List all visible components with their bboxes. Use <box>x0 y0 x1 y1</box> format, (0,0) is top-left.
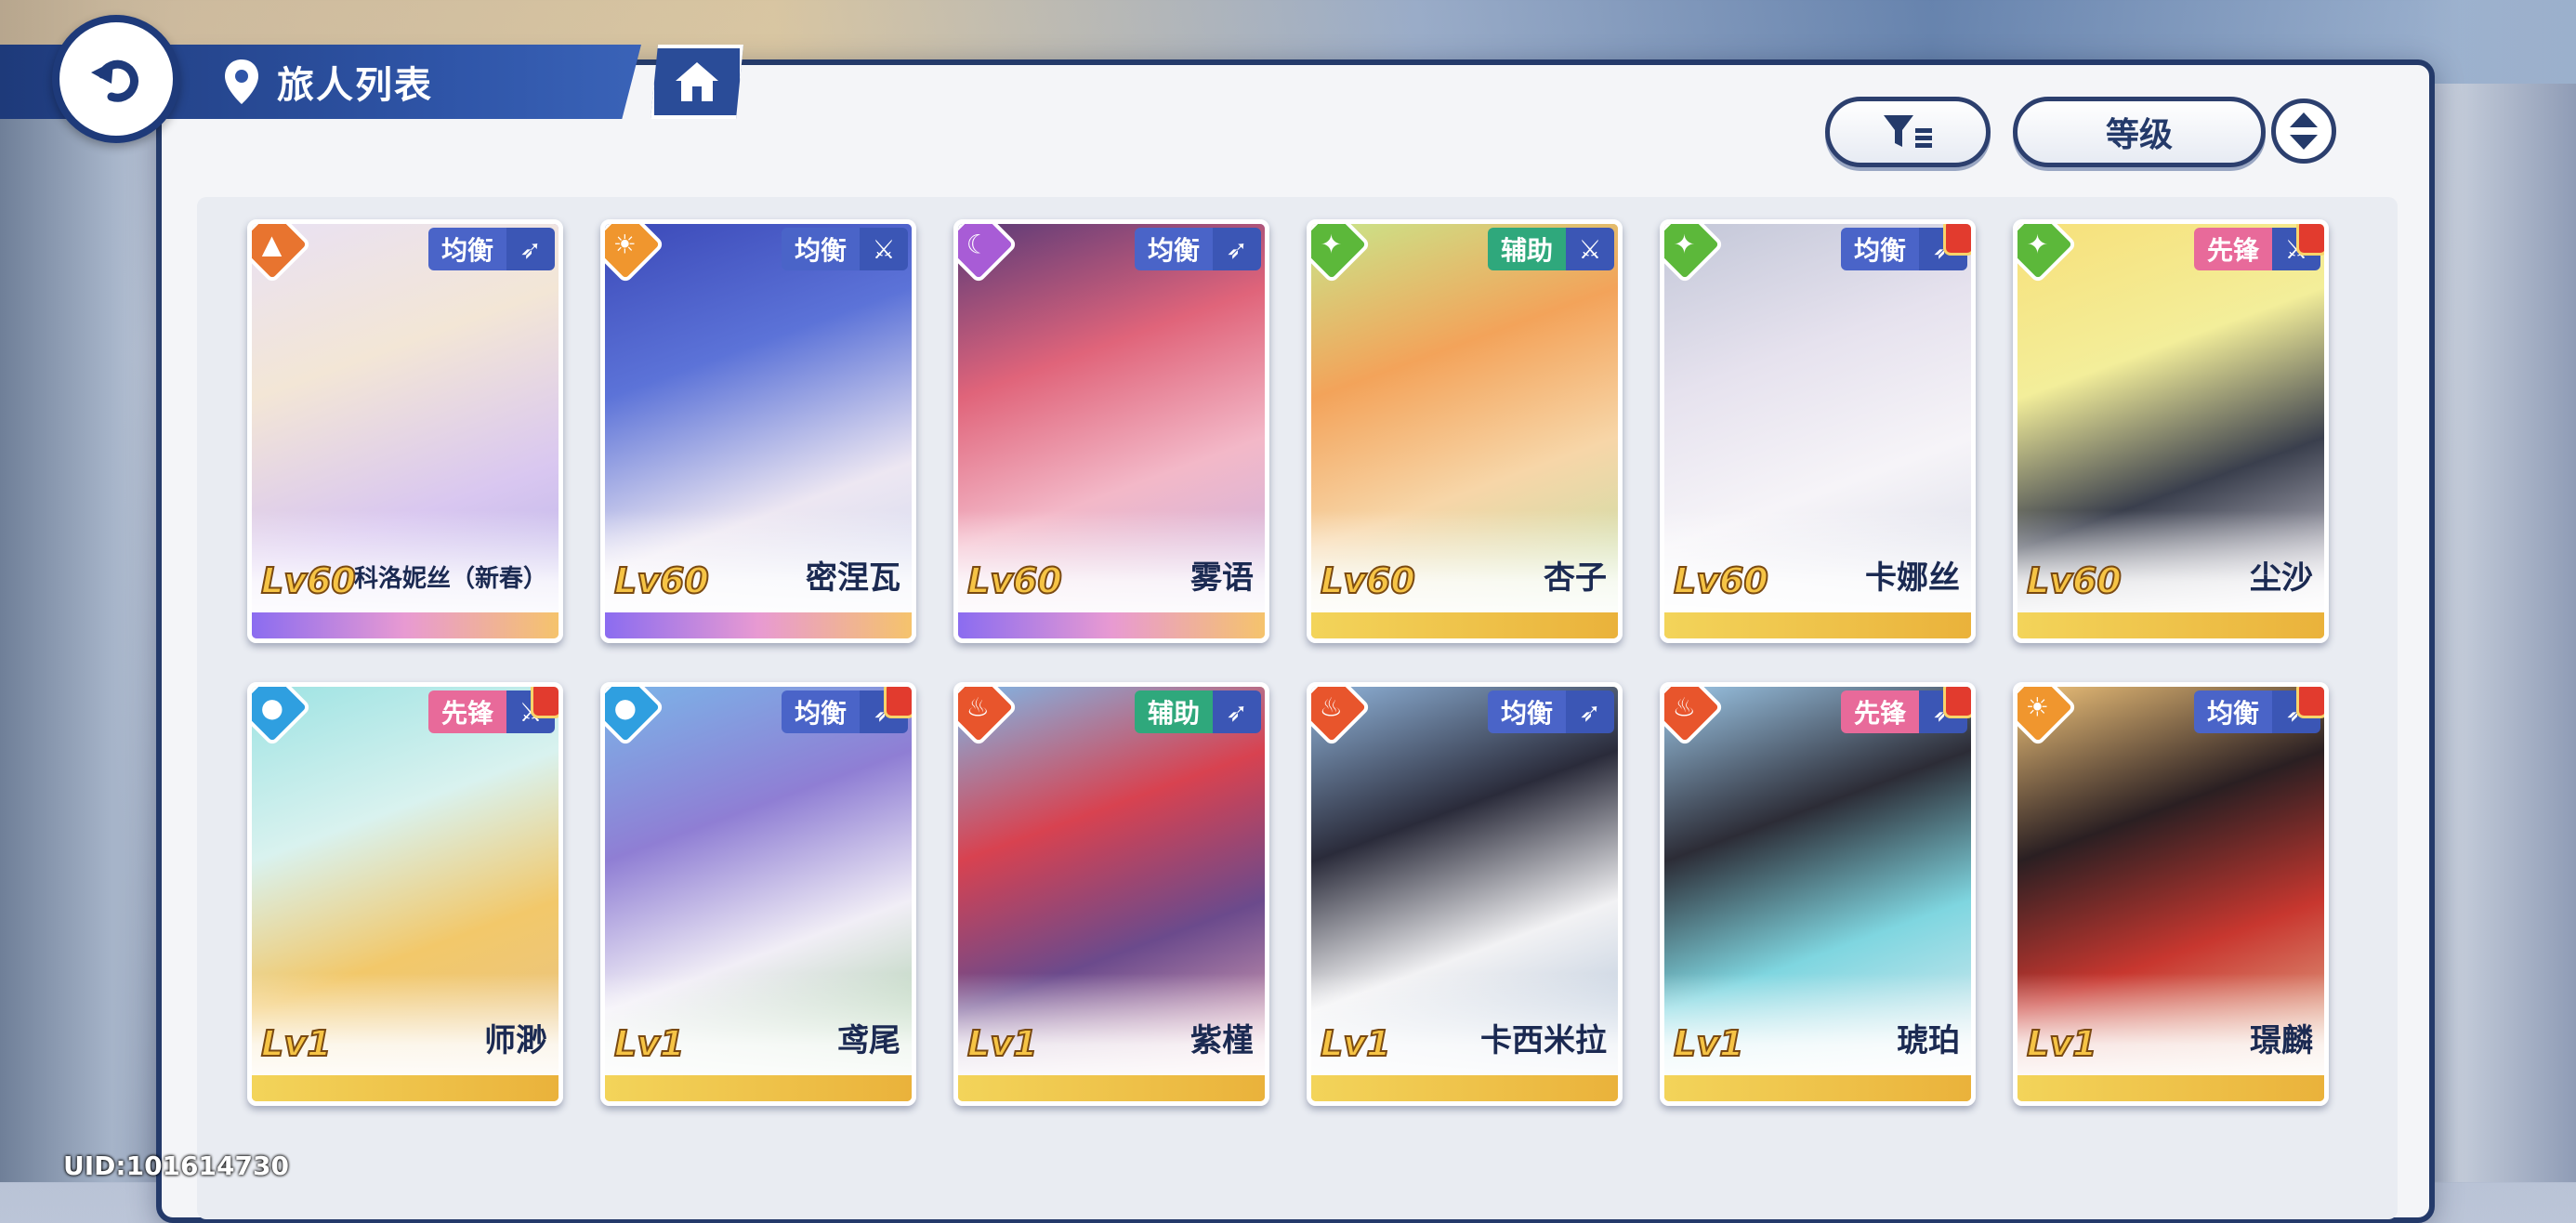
traveler-card[interactable]: ✦ 辅助 ⚔ Lv60 杏子 <box>1307 219 1623 643</box>
traveler-card[interactable]: ☾ 均衡 ➶ Lv60 雾语 <box>953 219 1269 643</box>
traveler-card[interactable]: ● 先锋 ⚔ Lv1 师渺 <box>247 682 563 1106</box>
bow-icon: ➶ <box>1213 690 1261 733</box>
traveler-card[interactable]: ● 均衡 ➶ Lv1 鸢尾 <box>600 682 916 1106</box>
bow-icon: ➶ <box>1213 228 1261 270</box>
lantern-icon <box>2296 687 2324 718</box>
role-badge: 均衡 <box>427 228 506 270</box>
lantern-icon <box>884 687 912 718</box>
user-id-label: UID:101614730 <box>63 1151 289 1181</box>
traveler-card[interactable]: ☀ 均衡 ➶ Lv1 璟麟 <box>2013 682 2329 1106</box>
role-badge: 均衡 <box>1487 690 1566 733</box>
level-label: Lv60 <box>1320 559 1416 602</box>
sword-icon: ⚔ <box>1566 228 1614 270</box>
role-badge: 先锋 <box>1840 690 1919 733</box>
traveler-card[interactable]: ♨ 先锋 ➶ Lv1 琥珀 <box>1660 682 1976 1106</box>
level-label: Lv60 <box>966 559 1063 602</box>
character-name: 杏子 <box>1544 559 1607 597</box>
character-name: 璟麟 <box>2250 1022 2313 1059</box>
lantern-icon <box>1943 687 1971 718</box>
level-label: Lv1 <box>260 1022 332 1065</box>
bow-icon: ➶ <box>1566 690 1614 733</box>
character-name: 鸢尾 <box>837 1022 900 1059</box>
traveler-card[interactable]: ▲ 均衡 ➶ Lv60 科洛妮丝（新春） <box>247 219 563 643</box>
traveler-card[interactable]: ✦ 先锋 ⚔ Lv60 尘沙 <box>2013 219 2329 643</box>
traveler-card[interactable]: ✦ 均衡 ➶ Lv60 卡娜丝 <box>1660 219 1976 643</box>
character-name: 科洛妮丝（新春） <box>353 565 547 593</box>
sword-icon: ⚔ <box>860 228 908 270</box>
character-name: 卡西米拉 <box>1480 1022 1607 1059</box>
role-badge: 均衡 <box>781 228 860 270</box>
page-title: 旅人列表 <box>277 64 433 107</box>
role-badge: 均衡 <box>2193 690 2272 733</box>
traveler-card[interactable]: ☀ 均衡 ⚔ Lv60 密涅瓦 <box>600 219 916 643</box>
filter-icon <box>1884 115 1932 148</box>
role-badge: 均衡 <box>781 690 860 733</box>
role-badge: 均衡 <box>1840 228 1919 270</box>
role-badge: 均衡 <box>1134 228 1213 270</box>
home-button[interactable] <box>651 45 743 119</box>
character-name: 尘沙 <box>2250 559 2313 597</box>
character-name: 琥珀 <box>1897 1022 1960 1059</box>
level-label: Lv60 <box>260 559 357 602</box>
level-label: Lv1 <box>966 1022 1038 1065</box>
level-label: Lv60 <box>2026 559 2123 602</box>
level-label: Lv1 <box>1320 1022 1391 1065</box>
character-name: 雾语 <box>1190 559 1254 597</box>
level-label: Lv60 <box>1673 559 1769 602</box>
character-name: 紫槿 <box>1190 1022 1254 1059</box>
back-button[interactable] <box>52 15 180 143</box>
traveler-card[interactable]: ♨ 均衡 ➶ Lv1 卡西米拉 <box>1307 682 1623 1106</box>
character-name: 密涅瓦 <box>806 559 900 597</box>
role-badge: 辅助 <box>1134 690 1213 733</box>
lantern-icon <box>1943 224 1971 256</box>
character-name: 师渺 <box>484 1022 547 1059</box>
filter-button[interactable] <box>1825 97 1991 167</box>
back-arrow-icon <box>91 59 138 102</box>
sort-by-level-button[interactable]: 等级 <box>2013 97 2266 167</box>
traveler-card[interactable]: ♨ 辅助 ➶ Lv1 紫槿 <box>953 682 1269 1106</box>
lantern-icon <box>531 687 559 718</box>
role-badge: 先锋 <box>2193 228 2272 270</box>
role-badge: 先锋 <box>427 690 506 733</box>
page-title-group: 旅人列表 <box>223 54 433 110</box>
sort-label: 等级 <box>2105 116 2173 154</box>
level-label: Lv1 <box>613 1022 685 1065</box>
sort-order-icon <box>2290 112 2318 150</box>
level-label: Lv60 <box>613 559 710 602</box>
location-pin-icon <box>225 59 258 104</box>
level-label: Lv1 <box>2026 1022 2097 1065</box>
lantern-icon <box>2296 224 2324 256</box>
role-badge: 辅助 <box>1487 228 1566 270</box>
home-icon <box>676 62 718 101</box>
sort-order-toggle[interactable] <box>2271 99 2336 164</box>
level-label: Lv1 <box>1673 1022 1744 1065</box>
character-name: 卡娜丝 <box>1865 559 1960 597</box>
bow-icon: ➶ <box>506 228 555 270</box>
